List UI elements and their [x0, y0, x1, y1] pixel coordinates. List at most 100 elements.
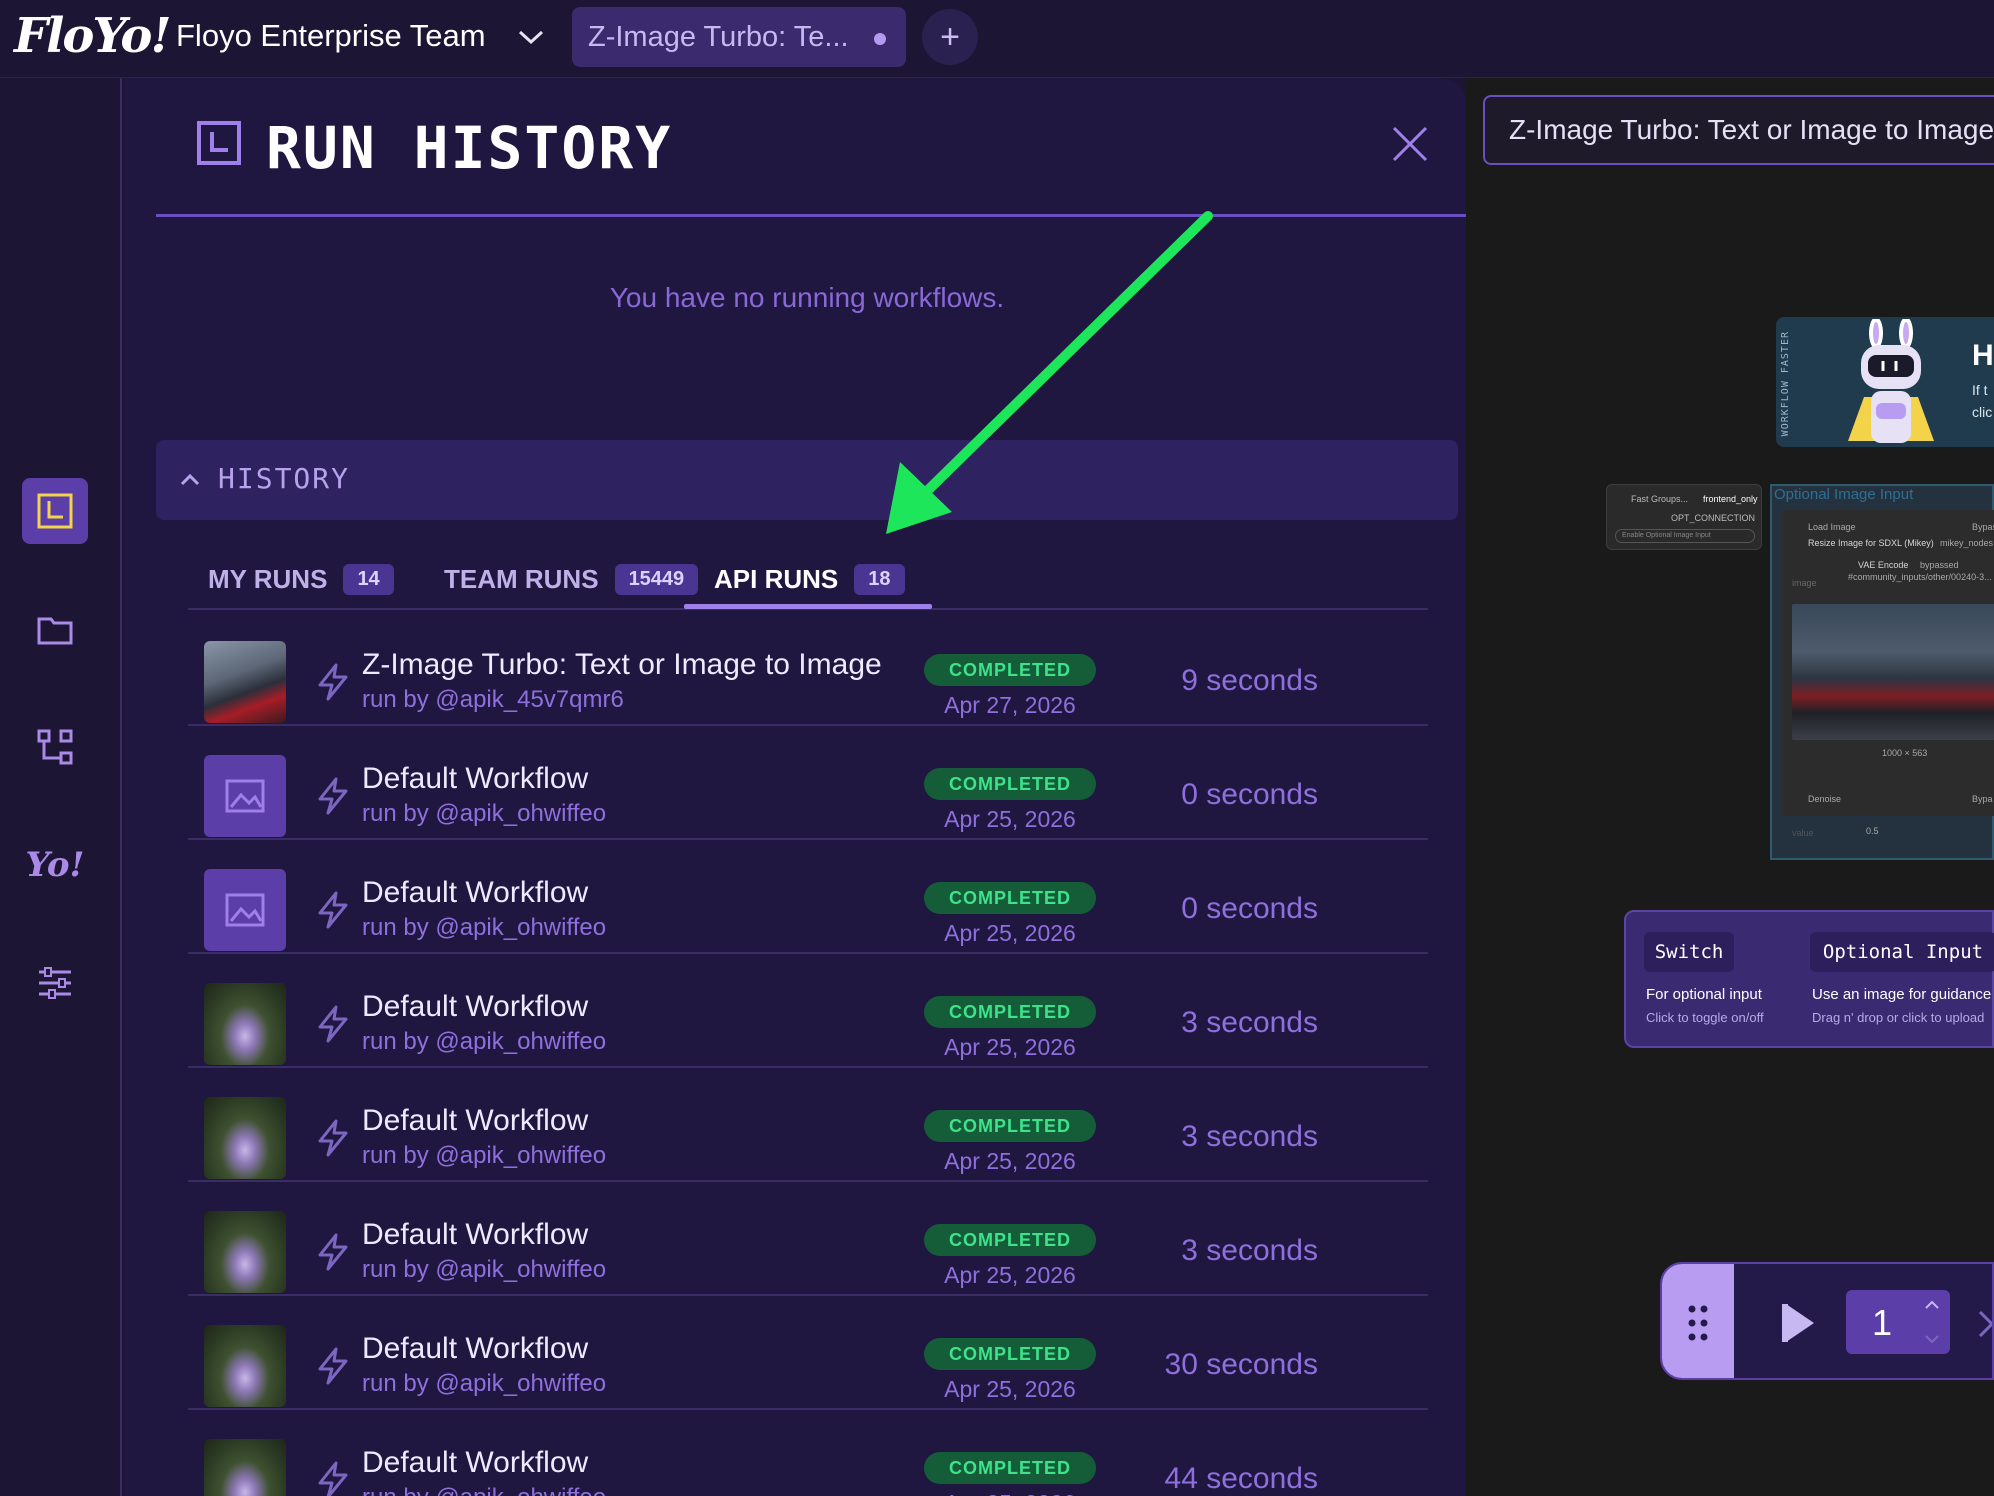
node-title: Resize Image for SDXL (Mikey) — [1808, 538, 1934, 548]
workflow-name[interactable]: Default Workflow — [362, 876, 588, 910]
workflow-name[interactable]: Default Workflow — [362, 1104, 588, 1138]
promo-line: clic — [1972, 404, 1993, 420]
workflow-name[interactable]: Default Workflow — [362, 990, 588, 1024]
api-bolt-icon — [318, 663, 348, 701]
image-placeholder-icon — [225, 893, 265, 927]
run-duration: 44 seconds — [1164, 1462, 1318, 1495]
run-date: Apr 25, 2026 — [944, 1376, 1076, 1402]
settings-button[interactable] — [22, 950, 88, 1016]
run-row[interactable]: Default Workflow run by @apik_ohwiffeo C… — [188, 726, 1428, 840]
run-thumbnail[interactable] — [204, 1211, 286, 1293]
history-icon — [197, 121, 241, 165]
status-badge: COMPLETED — [924, 1338, 1096, 1370]
image-placeholder-icon — [225, 779, 265, 813]
batch-count[interactable]: 1 — [1872, 1302, 1892, 1344]
left-rail: Yo! — [0, 78, 122, 1496]
run-thumbnail[interactable] — [204, 983, 286, 1065]
workflow-tab-label: Z-Image Turbo: Te... — [588, 20, 849, 53]
run-row[interactable]: Default Workflow run by @apik_ohwiffeo C… — [188, 1068, 1428, 1182]
run-by: run by @apik_ohwiffeo — [362, 914, 607, 941]
workflow-name[interactable]: Default Workflow — [362, 1332, 588, 1366]
bunny-mascot-icon — [1848, 319, 1934, 443]
workflow-name[interactable]: Default Workflow — [362, 1218, 588, 1252]
workflow-name[interactable]: Default Workflow — [362, 1446, 588, 1480]
optional-image-group[interactable]: Optional Image Input Load Image Bypas Re… — [1770, 484, 1994, 860]
history-icon — [37, 493, 73, 529]
count-badge: 15449 — [614, 563, 699, 595]
status-badge: COMPLETED — [924, 882, 1096, 914]
status-badge: COMPLETED — [924, 654, 1096, 686]
node-tag: mikey_nodes — [1940, 538, 1994, 548]
chevron-down-icon[interactable] — [1922, 1332, 1942, 1346]
yo-button[interactable]: Yo! — [22, 832, 88, 898]
run-thumbnail[interactable] — [204, 755, 286, 837]
run-by: run by @apik_ohwiffeo — [362, 1256, 607, 1283]
history-section-toggle[interactable]: HISTORY — [156, 440, 1458, 520]
chevron-right-icon[interactable] — [1976, 1304, 1994, 1344]
node-toggle[interactable]: Enable Optional Image Input — [1615, 529, 1755, 543]
drag-handle[interactable] — [1662, 1264, 1734, 1378]
folder-icon — [37, 617, 73, 645]
run-history-button[interactable] — [22, 478, 88, 544]
workflow-title-box[interactable]: Z-Image Turbo: Text or Image to Image — [1483, 95, 1994, 165]
run-thumbnail[interactable] — [204, 1439, 286, 1496]
panel-title: RUN HISTORY — [266, 114, 673, 182]
count-badge: 14 — [343, 563, 394, 595]
run-icon[interactable] — [1782, 1302, 1818, 1344]
run-row[interactable]: Default Workflow run by @apik_ohwiffeo C… — [188, 840, 1428, 954]
files-button[interactable] — [22, 596, 88, 662]
value[interactable]: 0.5 — [1866, 826, 1879, 836]
workflows-button[interactable] — [22, 714, 88, 780]
tab-api-runs[interactable]: API RUNS 18 — [714, 548, 905, 610]
run-thumbnail[interactable] — [204, 1097, 286, 1179]
batch-count-stepper[interactable]: 1 — [1846, 1290, 1950, 1354]
run-row[interactable]: Default Workflow run by @apik_ohwiffeo C… — [188, 954, 1428, 1068]
floyo-logo[interactable]: FloYo! — [14, 8, 172, 64]
field-label: value — [1792, 828, 1814, 838]
run-thumbnail[interactable] — [204, 1325, 286, 1407]
tab-label: MY RUNS — [208, 563, 328, 594]
divider — [156, 214, 1466, 217]
status-badge: COMPLETED — [924, 1224, 1096, 1256]
image-size: 1000 × 563 — [1882, 748, 1928, 758]
tab-team-runs[interactable]: TEAM RUNS 15449 — [444, 548, 699, 610]
info-subtext: Click to toggle on/off — [1646, 1010, 1764, 1025]
workflow-name[interactable]: Default Workflow — [362, 762, 588, 796]
close-icon[interactable] — [1390, 124, 1430, 164]
run-date: Apr 25, 2026 — [944, 920, 1076, 946]
status-badge: COMPLETED — [924, 1110, 1096, 1142]
optional-input-pill[interactable]: Optional Input — [1810, 932, 1994, 972]
team-selector-label[interactable]: Floyo Enterprise Team — [176, 18, 486, 54]
run-row[interactable]: Default Workflow run by @apik_ohwiffeo C… — [188, 1410, 1428, 1496]
group-title: Optional Image Input — [1774, 486, 1914, 503]
promo-heading: H — [1972, 339, 1994, 372]
add-tab-button[interactable]: + — [922, 9, 978, 65]
yo-icon: Yo! — [25, 845, 85, 885]
tab-my-runs[interactable]: MY RUNS 14 — [208, 548, 394, 610]
field-label: image — [1792, 578, 1817, 588]
run-row[interactable]: Z-Image Turbo: Text or Image to Image ru… — [188, 612, 1428, 726]
run-by: run by @apik_ohwiffeo — [362, 1028, 607, 1055]
api-bolt-icon — [318, 1119, 348, 1157]
promo-banner[interactable]: WORKFLOW FASTER H If t clic — [1776, 317, 1994, 447]
run-thumbnail[interactable] — [204, 869, 286, 951]
tab-label: API RUNS — [714, 563, 839, 594]
node-title: VAE Encode — [1858, 560, 1909, 570]
run-history-panel: RUN HISTORY You have no running workflow… — [124, 78, 1466, 1496]
run-list: Z-Image Turbo: Text or Image to Image ru… — [188, 612, 1428, 1496]
workflow-name[interactable]: Z-Image Turbo: Text or Image to Image — [362, 648, 882, 682]
chevron-down-icon[interactable] — [516, 24, 546, 48]
run-thumbnail[interactable] — [204, 641, 286, 723]
workflow-tab[interactable]: Z-Image Turbo: Te... — [572, 7, 906, 67]
fast-groups-node[interactable]: Fast Groups... frontend_only OPT_CONNECT… — [1606, 484, 1762, 550]
run-date: Apr 25, 2026 — [944, 1262, 1076, 1288]
run-row[interactable]: Default Workflow run by @apik_ohwiffeo C… — [188, 1182, 1428, 1296]
chevron-up-icon[interactable] — [1922, 1298, 1942, 1312]
run-by: run by @apik_ohwiffeo — [362, 1484, 606, 1496]
preview-image[interactable] — [1792, 604, 1994, 740]
switch-pill[interactable]: Switch — [1644, 932, 1734, 972]
status-badge: COMPLETED — [924, 1452, 1096, 1484]
run-row[interactable]: Default Workflow run by @apik_ohwiffeo C… — [188, 1296, 1428, 1410]
run-date: Apr 25, 2026 — [944, 1148, 1076, 1174]
top-bar: FloYo! Floyo Enterprise Team Z-Image Tur… — [0, 0, 1994, 78]
